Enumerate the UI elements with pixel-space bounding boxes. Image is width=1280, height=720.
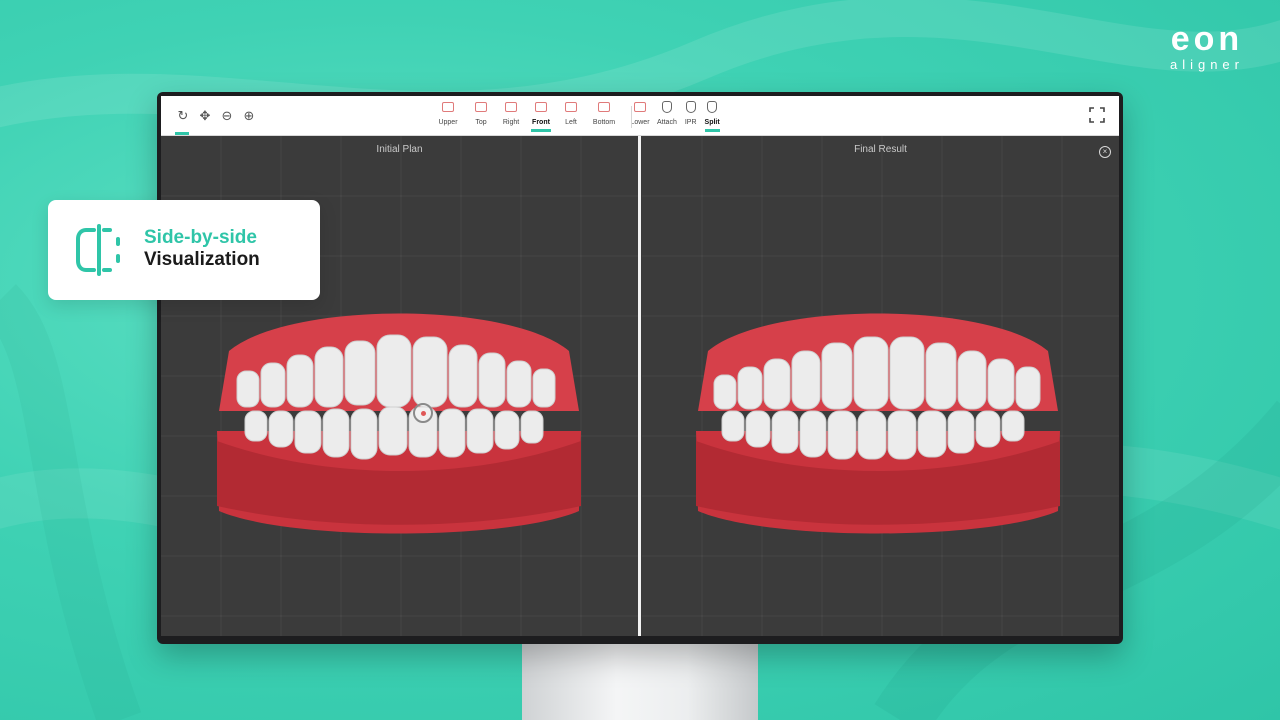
reset-icon[interactable]: ↻ xyxy=(175,108,191,124)
tooth-attach-icon xyxy=(661,101,672,113)
brand-logo: eon aligner xyxy=(1170,22,1244,72)
view-label: Right xyxy=(502,119,520,126)
view-label: Lower xyxy=(630,119,650,126)
mode-label: Split xyxy=(704,119,720,126)
dental-model-initial[interactable] xyxy=(209,291,589,541)
mode-ipr-button[interactable]: IPR xyxy=(685,100,697,126)
view-label: Upper xyxy=(438,119,458,126)
bottom-view-icon xyxy=(598,102,610,112)
cursor-indicator xyxy=(413,403,433,423)
monitor: ↻ ✥ ⊖ ⊕ Upper Top Right Front Left Botto… xyxy=(157,92,1123,644)
view-front-button[interactable]: Front xyxy=(529,100,553,132)
brand-name: eon xyxy=(1170,20,1244,58)
upper-jaw-icon xyxy=(442,102,454,112)
view-left-button[interactable]: Left xyxy=(559,100,583,126)
split-tooth-icon xyxy=(707,101,718,113)
mode-label: IPR xyxy=(684,119,697,126)
view-top-button[interactable]: Top xyxy=(469,100,493,126)
view-bottom-button[interactable]: Bottom xyxy=(589,100,619,126)
toolbar-divider xyxy=(631,106,632,128)
view-lower-button[interactable]: Lower xyxy=(625,100,655,126)
active-tool-indicator xyxy=(175,132,189,135)
split-view-icon xyxy=(76,224,120,276)
split-divider[interactable] xyxy=(638,136,641,636)
dental-model-final[interactable] xyxy=(688,291,1068,541)
viewer-toolbar: ↻ ✥ ⊖ ⊕ Upper Top Right Front Left Botto… xyxy=(161,96,1119,136)
fullscreen-icon[interactable] xyxy=(1089,107,1105,123)
view-label: Top xyxy=(475,119,487,126)
mode-split-button[interactable]: Split xyxy=(704,100,720,132)
tooth-ipr-icon xyxy=(685,101,696,113)
zoom-out-icon[interactable]: ⊖ xyxy=(219,108,235,124)
mode-label: Attach xyxy=(657,119,677,126)
view-selector: Upper Top Right Front Left Bottom Lower xyxy=(433,100,655,132)
app-screen: ↻ ✥ ⊖ ⊕ Upper Top Right Front Left Botto… xyxy=(161,96,1119,636)
feature-title-line2: Visualization xyxy=(144,249,260,270)
close-icon[interactable]: × xyxy=(1099,146,1111,158)
lower-jaw-icon xyxy=(634,102,646,112)
front-view-icon xyxy=(535,102,547,112)
view-upper-button[interactable]: Upper xyxy=(433,100,463,126)
pan-icon[interactable]: ✥ xyxy=(197,108,213,124)
view-label: Left xyxy=(565,119,577,126)
final-result-title: Final Result xyxy=(854,144,907,155)
right-view-icon xyxy=(505,102,517,112)
feature-title-line1: Side-by-side xyxy=(144,227,257,248)
left-view-icon xyxy=(565,102,577,112)
brand-tagline: aligner xyxy=(1169,57,1244,72)
monitor-stand xyxy=(522,640,758,720)
camera-tools: ↻ ✥ ⊖ ⊕ xyxy=(175,108,257,135)
top-view-icon xyxy=(475,102,487,112)
view-label: Bottom xyxy=(592,119,616,126)
view-label: Front xyxy=(532,119,550,126)
initial-plan-title: Initial Plan xyxy=(376,144,423,155)
feature-card: Side-by-side Visualization xyxy=(48,200,320,300)
mode-attach-button[interactable]: Attach xyxy=(657,100,677,126)
mode-selector: Attach IPR Split xyxy=(657,100,720,132)
final-result-viewport[interactable]: Final Result × xyxy=(642,136,1119,636)
view-right-button[interactable]: Right xyxy=(499,100,523,126)
zoom-in-icon[interactable]: ⊕ xyxy=(241,108,257,124)
